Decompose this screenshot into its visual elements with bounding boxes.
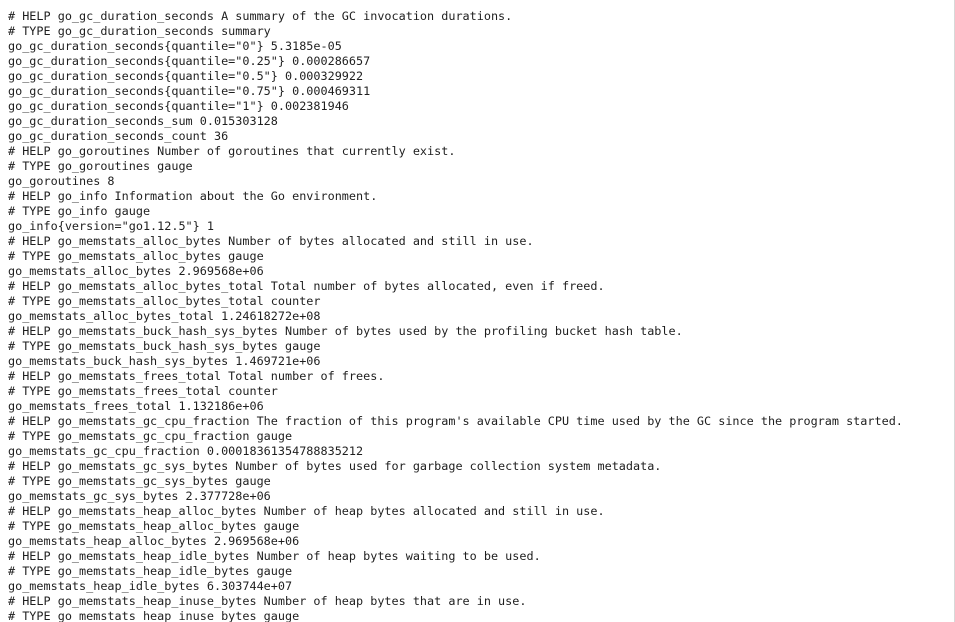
- metric-line: go_memstats_frees_total 1.132186e+06: [8, 399, 264, 413]
- metric-line: # TYPE go_memstats_buck_hash_sys_bytes g…: [8, 339, 321, 353]
- metric-line: go_gc_duration_seconds_count 36: [8, 129, 229, 143]
- metric-line: go_goroutines 8: [8, 174, 115, 188]
- metric-line: # TYPE go_memstats_gc_cpu_fraction gauge: [8, 429, 293, 443]
- metric-line: go_gc_duration_seconds{quantile="0.25"} …: [8, 54, 371, 68]
- metric-line: # HELP go_info Information about the Go …: [8, 189, 378, 203]
- metric-line: # TYPE go_memstats_heap_idle_bytes gauge: [8, 564, 293, 578]
- metric-line: # HELP go_memstats_heap_idle_bytes Numbe…: [8, 549, 541, 563]
- metrics-text: # HELP go_gc_duration_seconds A summary …: [8, 9, 903, 622]
- metric-line: go_info{version="go1.12.5"} 1: [8, 219, 214, 233]
- metric-line: go_memstats_heap_idle_bytes 6.303744e+07: [8, 579, 293, 593]
- metric-line: go_memstats_heap_alloc_bytes 2.969568e+0…: [8, 534, 300, 548]
- metric-line: # TYPE go_memstats_alloc_bytes_total cou…: [8, 294, 321, 308]
- metric-line: go_memstats_alloc_bytes 2.969568e+06: [8, 264, 264, 278]
- metric-line: # HELP go_memstats_frees_total Total num…: [8, 369, 385, 383]
- metric-line: # TYPE go_gc_duration_seconds summary: [8, 24, 271, 38]
- metric-line: # TYPE go_memstats_heap_alloc_bytes gaug…: [8, 519, 300, 533]
- metric-line: # TYPE go_info gauge: [8, 204, 151, 218]
- metric-line: go_memstats_alloc_bytes_total 1.24618272…: [8, 309, 321, 323]
- metric-line: go_gc_duration_seconds{quantile="0.5"} 0…: [8, 69, 364, 83]
- metric-line: # HELP go_memstats_heap_inuse_bytes Numb…: [8, 594, 527, 608]
- metric-line: # TYPE go_memstats_heap_inuse_bytes gaug…: [8, 609, 300, 622]
- metric-line: go_gc_duration_seconds_sum 0.015303128: [8, 114, 278, 128]
- metric-line: go_gc_duration_seconds{quantile="1"} 0.0…: [8, 99, 349, 113]
- metric-line: # HELP go_goroutines Number of goroutine…: [8, 144, 456, 158]
- metric-line: # TYPE go_memstats_gc_sys_bytes gauge: [8, 474, 271, 488]
- metric-line: # HELP go_memstats_buck_hash_sys_bytes N…: [8, 324, 683, 338]
- metric-line: # HELP go_gc_duration_seconds A summary …: [8, 9, 513, 23]
- metric-line: # TYPE go_memstats_frees_total counter: [8, 384, 278, 398]
- metric-line: # HELP go_memstats_heap_alloc_bytes Numb…: [8, 504, 605, 518]
- metric-line: # HELP go_memstats_alloc_bytes Number of…: [8, 234, 534, 248]
- metrics-page: # HELP go_gc_duration_seconds A summary …: [0, 0, 955, 622]
- metric-line: go_memstats_buck_hash_sys_bytes 1.469721…: [8, 354, 321, 368]
- metric-line: # HELP go_memstats_alloc_bytes_total Tot…: [8, 279, 605, 293]
- metric-line: go_memstats_gc_cpu_fraction 0.0001836135…: [8, 444, 364, 458]
- metric-line: go_memstats_gc_sys_bytes 2.377728e+06: [8, 489, 271, 503]
- metric-line: go_gc_duration_seconds{quantile="0"} 5.3…: [8, 39, 342, 53]
- metric-line: go_gc_duration_seconds{quantile="0.75"} …: [8, 84, 371, 98]
- metric-line: # HELP go_memstats_gc_sys_bytes Number o…: [8, 459, 662, 473]
- metric-line: # HELP go_memstats_gc_cpu_fraction The f…: [8, 414, 903, 428]
- metric-line: # TYPE go_goroutines gauge: [8, 159, 193, 173]
- metric-line: # TYPE go_memstats_alloc_bytes gauge: [8, 249, 264, 263]
